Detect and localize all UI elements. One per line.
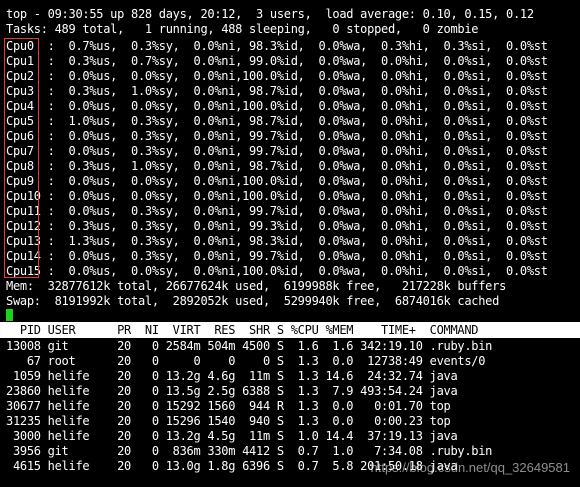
process-row: 13008 git 20 0 2584m 504m 4500 S 1.6 1.6… — [6, 339, 493, 353]
cpu-line: Cpu15 : 0.0%us, 0.0%sy, 0.0%ni,100.0%id,… — [6, 264, 548, 278]
process-row: 31235 helife 20 0 15296 1540 940 S 1.3 0… — [6, 414, 451, 428]
cpu-line: Cpu6 : 0.0%us, 0.3%sy, 0.0%ni, 99.7%id, … — [6, 129, 548, 143]
process-row: 67 root 20 0 0 0 0 S 1.3 0.0 12738:49 ev… — [6, 354, 486, 368]
process-row: 1059 helife 20 0 13.2g 4.6g 11m S 1.3 14… — [6, 369, 458, 383]
cpu-line: Cpu10 : 0.0%us, 0.0%sy, 0.0%ni,100.0%id,… — [6, 189, 548, 203]
cpu-line: Cpu0 : 0.7%us, 0.3%sy, 0.0%ni, 98.3%id, … — [6, 39, 548, 53]
cpu-line: Cpu7 : 0.0%us, 0.3%sy, 0.0%ni, 99.7%id, … — [6, 144, 548, 158]
terminal-window[interactable]: top - 09:30:55 up 828 days, 20:12, 3 use… — [0, 0, 580, 487]
terminal-cursor — [6, 309, 13, 321]
cpu-line: Cpu11 : 0.0%us, 0.3%sy, 0.0%ni, 99.7%id,… — [6, 204, 548, 218]
cpu-line: Cpu5 : 1.0%us, 0.3%sy, 0.0%ni, 98.7%id, … — [6, 114, 548, 128]
tasks-line: Tasks: 489 total, 1 running, 488 sleepin… — [6, 22, 479, 36]
uptime-line: top - 09:30:55 up 828 days, 20:12, 3 use… — [6, 7, 534, 21]
cpu-line: Cpu1 : 0.3%us, 0.7%sy, 0.0%ni, 99.0%id, … — [6, 54, 548, 68]
process-header-text: PID USER PR NI VIRT RES SHR S %CPU %MEM … — [6, 322, 479, 337]
cpu-line: Cpu9 : 0.0%us, 0.0%sy, 0.0%ni,100.0%id, … — [6, 174, 548, 188]
cpu-line: Cpu2 : 0.0%us, 0.0%sy, 0.0%ni,100.0%id, … — [6, 69, 548, 83]
process-row: 3956 git 20 0 836m 330m 4412 S 0.7 1.0 7… — [6, 444, 493, 458]
cpu-line: Cpu13 : 1.3%us, 0.3%sy, 0.0%ni, 98.3%id,… — [6, 234, 548, 248]
cpu-line: Cpu14 : 0.0%us, 0.3%sy, 0.0%ni, 99.7%id,… — [6, 249, 548, 263]
swap-line: Swap: 8191992k total, 2892052k used, 529… — [6, 294, 500, 308]
cpu-line: Cpu8 : 0.3%us, 1.0%sy, 0.0%ni, 98.7%id, … — [6, 159, 548, 173]
mem-line: Mem: 32877612k total, 26677624k used, 61… — [6, 279, 507, 293]
cpu-highlight-box — [4, 38, 39, 278]
watermark-text: https://blog.csdn.net/qq_32649581 — [370, 460, 571, 475]
cpu-line: Cpu3 : 0.3%us, 1.0%sy, 0.0%ni, 98.7%id, … — [6, 84, 548, 98]
cpu-line: Cpu12 : 0.3%us, 0.3%sy, 0.0%ni, 99.3%id,… — [6, 219, 548, 233]
process-table-header: PID USER PR NI VIRT RES SHR S %CPU %MEM … — [0, 322, 580, 338]
process-row: 30677 helife 20 0 15292 1560 944 R 1.3 0… — [6, 399, 451, 413]
cpu-line: Cpu4 : 0.0%us, 0.0%sy, 0.0%ni,100.0%id, … — [6, 99, 548, 113]
process-row: 3000 helife 20 0 13.2g 4.5g 11m S 1.0 14… — [6, 429, 458, 443]
process-row: 23860 helife 20 0 13.5g 2.5g 6388 S 1.3 … — [6, 384, 458, 398]
